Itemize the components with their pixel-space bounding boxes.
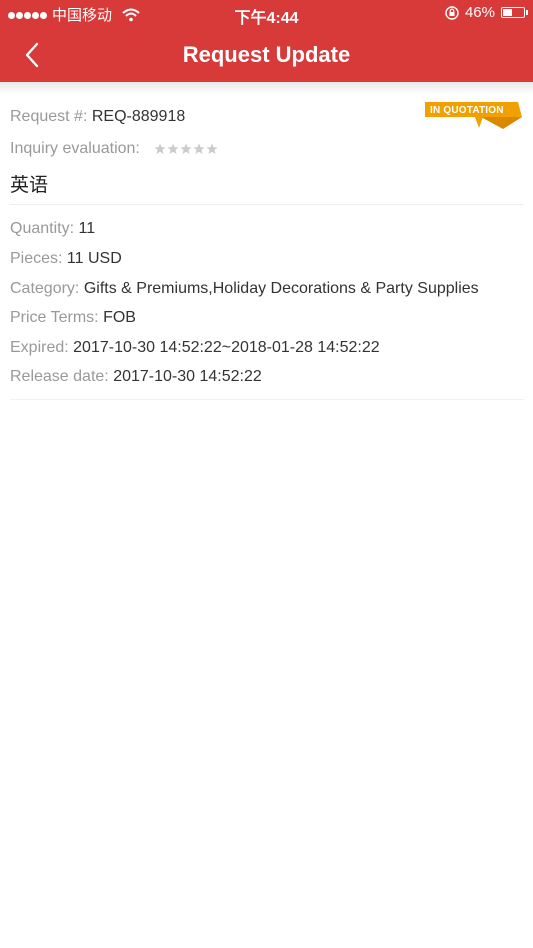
quantity-value: 11 — [78, 220, 96, 237]
star-icon — [193, 143, 205, 154]
battery-percent: 46% — [464, 4, 495, 21]
request-number-row: Request #: REQ-889918 — [10, 108, 185, 126]
category-label: Category: — [10, 280, 80, 297]
star-icon — [206, 143, 218, 154]
status-badge-label: IN QUOTATION — [430, 105, 504, 116]
status-badge: IN QUOTATION — [423, 102, 523, 132]
nav-bar: Request Update — [0, 28, 533, 82]
page-title: Request Update — [182, 42, 351, 67]
rotation-lock-icon — [445, 5, 459, 20]
pieces-label: Pieces: — [10, 250, 63, 267]
release-date-row: Release date: 2017-10-30 14:52:22 — [10, 368, 262, 386]
pieces-row: Pieces: 11 USD — [10, 250, 122, 268]
expired-row: Expired: 2017-10-30 14:52:22~2018-01-28 … — [10, 339, 380, 357]
star-icon — [167, 143, 179, 154]
expired-label: Expired: — [10, 339, 69, 356]
battery-fill — [503, 9, 512, 16]
release-date-label: Release date: — [10, 368, 109, 385]
star-icon — [154, 143, 166, 154]
battery-icon — [501, 7, 528, 18]
price-terms-label: Price Terms: — [10, 309, 99, 326]
request-number-label: Request #: — [10, 108, 88, 125]
star-rating — [154, 143, 218, 155]
expired-value: 2017-10-30 14:52:22~2018-01-28 14:52:22 — [73, 339, 380, 356]
price-terms-row: Price Terms: FOB — [10, 309, 136, 327]
star-icon — [180, 143, 192, 154]
nav-shadow — [0, 82, 533, 94]
inquiry-evaluation-row: Inquiry evaluation: — [10, 140, 218, 158]
category-value: Gifts & Premiums,Holiday Decorations & P… — [83, 280, 479, 297]
divider — [10, 204, 524, 205]
quantity-label: Quantity: — [10, 220, 75, 237]
category-row: Category: Gifts & Premiums,Holiday Decor… — [10, 280, 479, 298]
request-title: 英语 — [10, 175, 49, 196]
pieces-value: 11 USD — [66, 250, 122, 267]
divider — [10, 399, 524, 400]
price-terms-value: FOB — [103, 309, 136, 326]
status-right: 46% — [445, 4, 528, 21]
request-number-value: REQ-889918 — [91, 108, 186, 125]
quantity-row: Quantity: 11 — [10, 220, 95, 238]
release-date-value: 2017-10-30 14:52:22 — [113, 368, 262, 385]
status-bar: 中国移动 下午4:44 46% — [0, 0, 533, 28]
inquiry-evaluation-label: Inquiry evaluation: — [10, 140, 140, 157]
